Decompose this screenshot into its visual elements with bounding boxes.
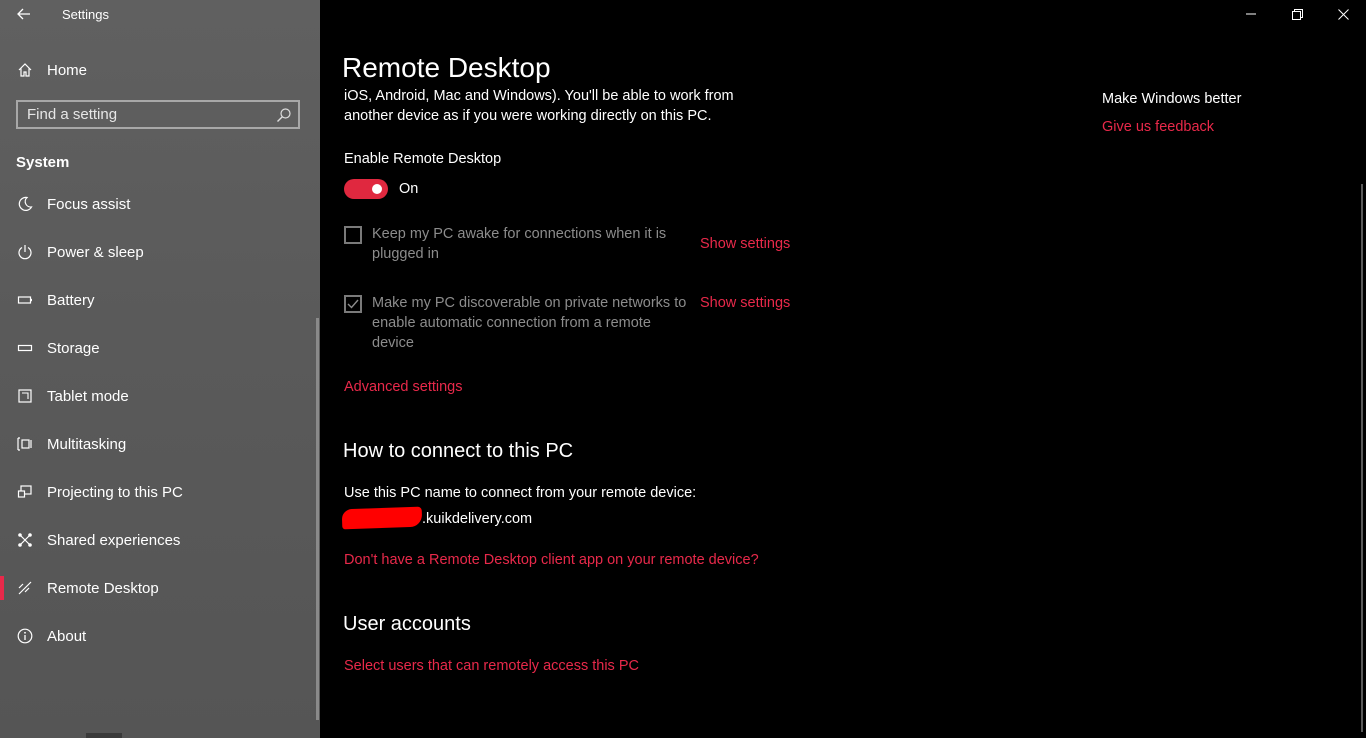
pc-name: .kuikdelivery.com bbox=[422, 511, 533, 527]
sidebar-item-label: Multitasking bbox=[47, 435, 127, 453]
sidebar-item-about[interactable]: About bbox=[0, 612, 316, 660]
main-scrollbar[interactable] bbox=[1361, 184, 1363, 732]
multitasking-icon bbox=[15, 434, 35, 454]
sidebar-item-home[interactable]: Home bbox=[0, 55, 316, 85]
sidebar-item-tablet-mode[interactable]: Tablet mode bbox=[0, 372, 316, 420]
minimize-icon bbox=[1246, 13, 1256, 15]
discoverable-checkbox[interactable] bbox=[344, 295, 362, 313]
battery-icon bbox=[15, 290, 35, 310]
titlebar: Settings bbox=[0, 0, 320, 30]
enable-remote-desktop-label: Enable Remote Desktop bbox=[344, 151, 502, 167]
sidebar-item-projecting[interactable]: Projecting to this PC bbox=[0, 468, 316, 516]
sidebar-item-label: Power & sleep bbox=[47, 243, 144, 261]
advanced-settings-link[interactable]: Advanced settings bbox=[344, 379, 463, 395]
back-arrow-icon bbox=[17, 8, 30, 20]
projecting-icon bbox=[15, 482, 35, 502]
storage-icon bbox=[15, 338, 35, 358]
give-feedback-link[interactable]: Give us feedback bbox=[1102, 119, 1214, 135]
enable-remote-desktop-toggle[interactable] bbox=[344, 179, 388, 199]
sidebar-item-label: Projecting to this PC bbox=[47, 483, 183, 501]
sidebar-item-storage[interactable]: Storage bbox=[0, 324, 316, 372]
sidebar-item-label: Battery bbox=[47, 291, 95, 309]
make-windows-better-title: Make Windows better bbox=[1102, 91, 1242, 107]
sidebar-item-remote-desktop[interactable]: Remote Desktop bbox=[0, 564, 316, 612]
client-app-link[interactable]: Don't have a Remote Desktop client app o… bbox=[344, 552, 759, 568]
remote-desktop-icon bbox=[15, 578, 35, 598]
sidebar-item-power-sleep[interactable]: Power & sleep bbox=[0, 228, 316, 276]
power-icon bbox=[15, 242, 35, 262]
select-users-link[interactable]: Select users that can remotely access th… bbox=[344, 658, 639, 674]
user-accounts-heading: User accounts bbox=[343, 613, 471, 635]
show-settings-link-1[interactable]: Show settings bbox=[700, 236, 790, 252]
info-icon bbox=[15, 626, 35, 646]
sidebar-scrollbar[interactable] bbox=[316, 318, 319, 720]
sidebar-nav: Focus assist Power & sleep Battery Stora… bbox=[0, 180, 316, 660]
intro-clip: iOS, Android, Mac and Windows). You'll b… bbox=[344, 88, 774, 128]
toggle-knob bbox=[372, 184, 382, 194]
page-title: Remote Desktop bbox=[342, 52, 551, 83]
sidebar-item-battery[interactable]: Battery bbox=[0, 276, 316, 324]
sidebar-item-focus-assist[interactable]: Focus assist bbox=[0, 180, 316, 228]
main-content: Remote Desktop iOS, Android, Mac and Win… bbox=[320, 0, 1366, 738]
bottom-edge bbox=[86, 733, 122, 738]
back-button[interactable] bbox=[10, 2, 38, 26]
moon-icon bbox=[15, 194, 35, 214]
sidebar-item-shared-experiences[interactable]: Shared experiences bbox=[0, 516, 316, 564]
show-settings-link-2[interactable]: Show settings bbox=[700, 295, 790, 311]
sidebar-item-label: Storage bbox=[47, 339, 100, 357]
checkmark-icon bbox=[347, 299, 359, 309]
connect-label: Use this PC name to connect from your re… bbox=[344, 485, 697, 501]
sidebar-item-label: Tablet mode bbox=[47, 387, 129, 405]
intro-text: iOS, Android, Mac and Windows). You'll b… bbox=[344, 88, 734, 124]
sidebar-item-label: About bbox=[47, 627, 87, 645]
restore-icon bbox=[1291, 8, 1303, 20]
sidebar: Settings Home System Focus assist Power … bbox=[0, 0, 320, 738]
keep-awake-checkbox[interactable] bbox=[344, 226, 362, 244]
sidebar-item-label: Shared experiences bbox=[47, 531, 181, 549]
search-box[interactable] bbox=[16, 100, 300, 129]
connect-heading: How to connect to this PC bbox=[343, 440, 574, 462]
redaction-mark bbox=[341, 506, 423, 530]
close-button[interactable] bbox=[1320, 0, 1366, 28]
sidebar-item-label: Focus assist bbox=[47, 195, 131, 213]
restore-button[interactable] bbox=[1274, 0, 1320, 28]
toggle-state-label: On bbox=[399, 181, 419, 197]
app-title: Settings bbox=[62, 7, 109, 22]
keep-awake-label: Keep my PC awake for connections when it… bbox=[372, 226, 667, 262]
home-icon bbox=[15, 60, 35, 80]
shared-experiences-icon bbox=[15, 530, 35, 550]
search-icon[interactable] bbox=[276, 107, 292, 123]
sidebar-item-label: Remote Desktop bbox=[47, 579, 159, 597]
discoverable-label: Make my PC discoverable on private netwo… bbox=[372, 295, 687, 351]
search-input[interactable] bbox=[18, 102, 268, 127]
tablet-icon bbox=[15, 386, 35, 406]
close-icon bbox=[1337, 8, 1349, 20]
sidebar-item-label: Home bbox=[47, 61, 88, 79]
sidebar-item-multitasking[interactable]: Multitasking bbox=[0, 420, 316, 468]
section-title: System bbox=[16, 154, 70, 171]
minimize-button[interactable] bbox=[1228, 0, 1274, 28]
